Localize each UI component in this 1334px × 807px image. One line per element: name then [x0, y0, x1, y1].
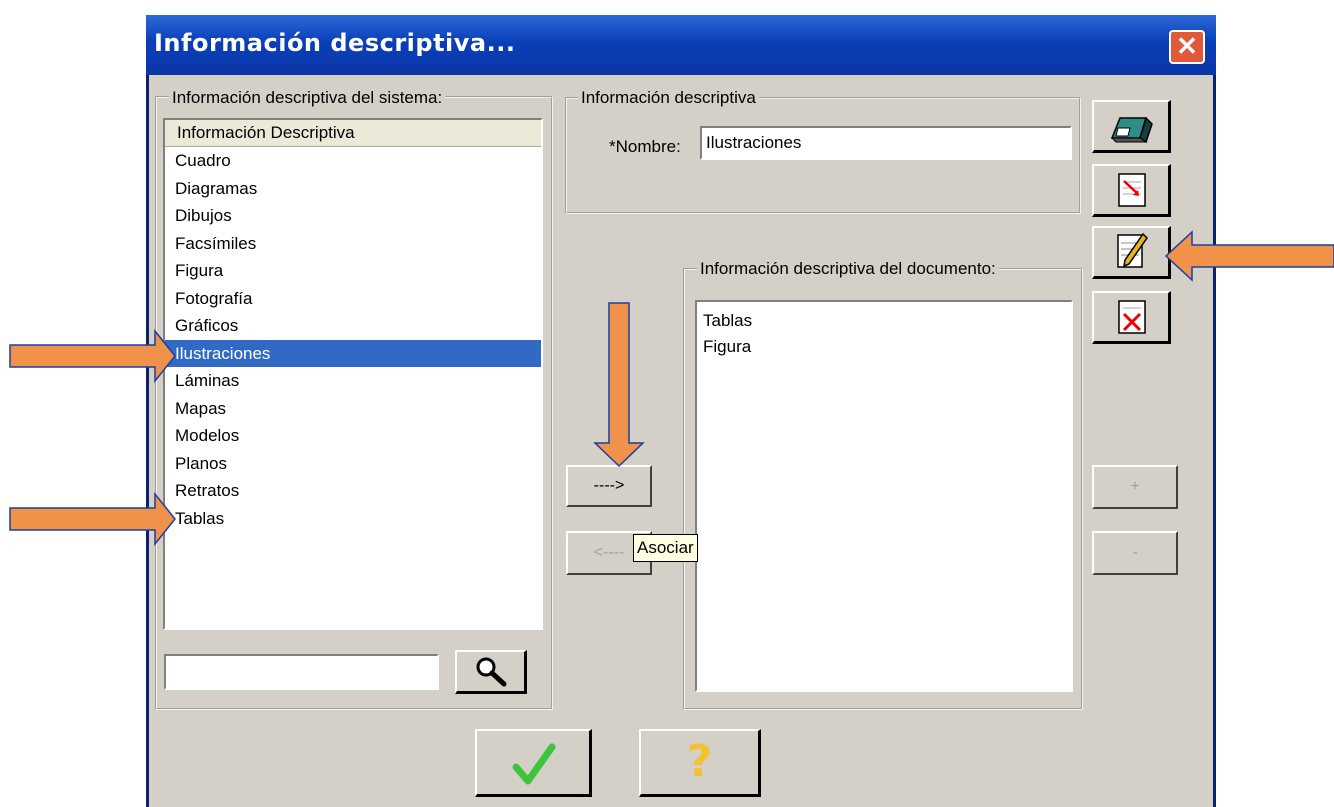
arrow-to-ilustraciones	[9, 328, 176, 384]
arrow-to-associate	[593, 302, 645, 468]
annotation-arrows	[9, 230, 1334, 547]
arrow-to-edit	[1164, 230, 1334, 282]
arrow-to-tablas	[9, 491, 176, 547]
